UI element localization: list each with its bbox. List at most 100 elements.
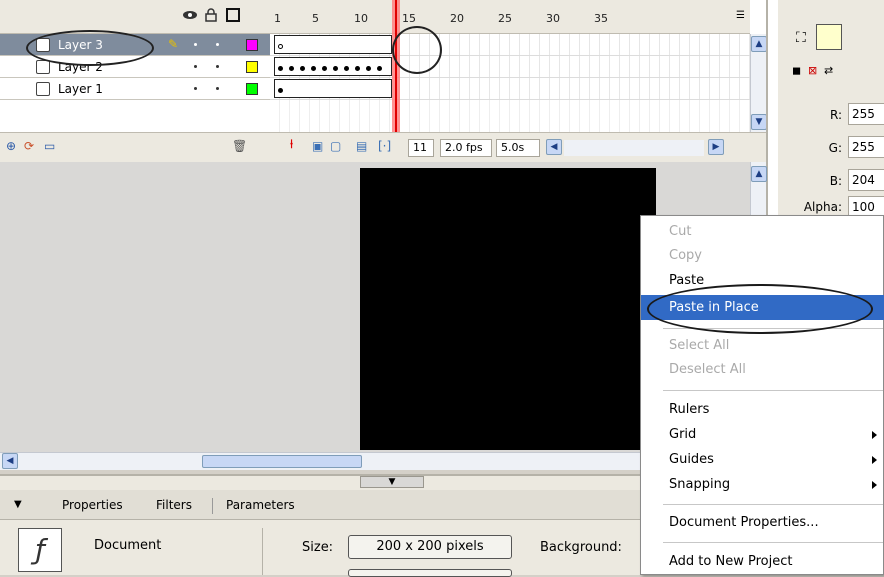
scroll-left-icon[interactable]: ◀	[546, 139, 562, 155]
scroll-up-icon[interactable]: ▲	[751, 166, 767, 182]
keyframe-span[interactable]	[274, 57, 392, 76]
keyframe[interactable]	[300, 66, 305, 71]
frames-row[interactable]	[270, 34, 750, 56]
divider	[262, 528, 263, 575]
publish-button[interactable]	[348, 569, 512, 577]
menu-item-guides[interactable]: Guides	[641, 447, 884, 472]
layer-color-swatch[interactable]	[246, 83, 258, 95]
elapsed-time: 5.0s	[496, 139, 540, 157]
frame-number: 10	[354, 12, 368, 25]
layer-color-swatch[interactable]	[246, 39, 258, 51]
menu-item-copy[interactable]: Copy	[641, 243, 884, 268]
black-white-icon[interactable]: ◼	[792, 64, 801, 77]
insert-folder-icon[interactable]: ▭	[44, 139, 55, 153]
frame-number: 35	[594, 12, 608, 25]
color-mixer-panel: ⛶ ◼ ⊠ ⇄ R: 255 G: 255 B: 204 Alpha: 100	[778, 0, 884, 230]
size-button[interactable]: 200 x 200 pixels	[348, 535, 512, 559]
menu-item-deselect-all[interactable]: Deselect All	[641, 357, 884, 382]
menu-item-document-properties[interactable]: Document Properties...	[641, 510, 884, 535]
keyframe[interactable]	[289, 66, 294, 71]
menu-separator	[663, 390, 883, 391]
keyframe[interactable]	[366, 66, 371, 71]
layer-icon	[36, 60, 50, 74]
keyframe[interactable]	[311, 66, 316, 71]
center-frame-icon[interactable]: ⍿	[290, 137, 293, 152]
timeline-hscroll[interactable]	[564, 140, 704, 156]
lock-dot[interactable]	[216, 65, 219, 68]
document-label: Document	[94, 538, 162, 553]
b-value[interactable]: 204	[848, 169, 884, 191]
keyframe[interactable]	[278, 88, 283, 93]
scroll-up-icon[interactable]: ▲	[751, 36, 767, 52]
menu-item-add-to-new-project[interactable]: Add to New Project	[641, 549, 884, 574]
scroll-thumb[interactable]	[202, 455, 362, 468]
submenu-arrow-icon	[872, 481, 877, 489]
scroll-left-icon[interactable]: ◀	[2, 453, 18, 469]
timeline-vscroll[interactable]: ▲ ▼	[750, 34, 767, 132]
frame-number: 30	[546, 12, 560, 25]
lock-icon[interactable]	[204, 8, 218, 22]
keyframe[interactable]	[333, 66, 338, 71]
add-motion-guide-icon[interactable]: ⟳	[24, 139, 34, 153]
stage[interactable]	[360, 168, 656, 450]
scroll-right-icon[interactable]: ▶	[708, 139, 724, 155]
visibility-dot[interactable]	[194, 87, 197, 90]
lock-dot[interactable]	[216, 87, 219, 90]
layer-color-swatch[interactable]	[246, 61, 258, 73]
collapse-arrow-icon[interactable]: ▼	[14, 499, 22, 510]
size-label: Size:	[302, 540, 334, 555]
edit-multiple-frames-icon[interactable]: ▤	[356, 139, 367, 153]
keyframe[interactable]	[355, 66, 360, 71]
no-color-icon[interactable]: ⊠	[808, 64, 817, 77]
onion-outlines-icon[interactable]: ▢	[330, 139, 341, 153]
swap-colors-icon[interactable]: ⇄	[824, 64, 833, 77]
collapse-handle[interactable]: ▼	[360, 476, 424, 488]
frame-rate[interactable]: 2.0 fps	[440, 139, 492, 157]
menu-item-select-all[interactable]: Select All	[641, 333, 884, 358]
annotation-ellipse	[647, 284, 873, 334]
menu-item-cut[interactable]: Cut	[641, 219, 884, 244]
trash-icon[interactable]: 🗑	[232, 139, 247, 153]
fill-bucket-icon: ⛶	[796, 30, 806, 46]
layer-name[interactable]: Layer 1	[58, 82, 103, 96]
tab-properties[interactable]: Properties	[62, 498, 123, 512]
keyframe[interactable]	[278, 66, 283, 71]
flash-document-icon: ƒ	[18, 528, 62, 572]
frame-ruler[interactable]: 1 5 10 15 20 25 30 35	[270, 0, 750, 34]
visibility-dot[interactable]	[194, 43, 197, 46]
timeline-menu-icon[interactable]: ☰	[736, 10, 745, 21]
menu-item-label: Guides	[669, 452, 714, 467]
keyframe[interactable]	[322, 66, 327, 71]
frames-row[interactable]	[270, 78, 750, 100]
r-label: R:	[829, 108, 842, 122]
annotation-ellipse	[26, 30, 154, 66]
empty-keyframe[interactable]	[278, 44, 283, 49]
r-value[interactable]: 255	[848, 103, 884, 125]
keyframe-span[interactable]	[274, 35, 392, 54]
menu-item-rulers[interactable]: Rulers	[641, 397, 884, 422]
fill-color-swatch[interactable]	[816, 24, 842, 50]
keyframe[interactable]	[344, 66, 349, 71]
lock-dot[interactable]	[216, 43, 219, 46]
eye-icon[interactable]	[182, 8, 197, 22]
tab-filters[interactable]: Filters	[156, 498, 192, 512]
keyframe-span[interactable]	[274, 79, 392, 98]
scroll-down-icon[interactable]: ▼	[751, 114, 767, 130]
add-layer-icon[interactable]: ⊕	[6, 139, 16, 153]
menu-item-label: Snapping	[669, 477, 731, 492]
onion-skin-icon[interactable]: ▣	[312, 139, 323, 153]
layer-row[interactable]: Layer 1	[0, 78, 270, 100]
annotation-circle	[392, 26, 442, 74]
menu-item-grid[interactable]: Grid	[641, 422, 884, 447]
frames-row[interactable]	[270, 56, 750, 78]
visibility-dot[interactable]	[194, 65, 197, 68]
frame-number: 25	[498, 12, 512, 25]
menu-item-snapping[interactable]: Snapping	[641, 472, 884, 497]
g-value[interactable]: 255	[848, 136, 884, 158]
keyframe[interactable]	[377, 66, 382, 71]
current-frame: 11	[408, 139, 434, 157]
modify-markers-icon[interactable]: [·]	[378, 139, 391, 153]
outline-icon[interactable]	[226, 8, 240, 22]
tab-parameters[interactable]: Parameters	[226, 498, 295, 512]
menu-separator	[663, 542, 883, 543]
